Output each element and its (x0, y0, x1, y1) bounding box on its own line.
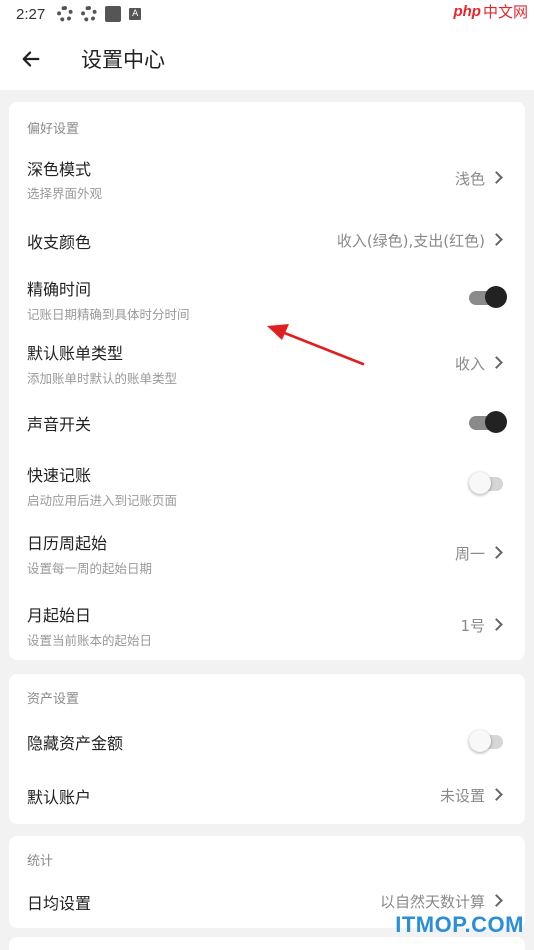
page-title: 设置中心 (81, 48, 165, 72)
watermark-php-suffix: 中文网 (482, 3, 528, 21)
setting-title: 收支颜色 (27, 233, 92, 252)
setting-row-default-account[interactable]: 默认账户 未设置 (9, 774, 525, 818)
chevron-right-icon (490, 356, 503, 369)
setting-row-color[interactable]: 收支颜色 收入(绿色),支出(红色) (9, 214, 525, 264)
gear-icon (81, 6, 98, 22)
setting-subtitle: 记账日期精确到具体时分时间 (27, 307, 190, 322)
setting-subtitle: 添加账单时默认的账单类型 (27, 371, 178, 386)
toggle-knob (485, 286, 507, 308)
preferences-card: 偏好设置 深色模式 选择界面外观 浅色 收支颜色 收入(绿色),支出(红色) 精… (9, 102, 525, 660)
watermark-php: php 中文网 (453, 0, 528, 22)
next-card-edge (9, 937, 525, 950)
quick-entry-toggle[interactable] (469, 471, 507, 495)
setting-subtitle: 设置当前账本的起始日 (27, 633, 153, 648)
watermark-php-brand: php (453, 2, 481, 20)
setting-title: 日历周起始 (27, 534, 108, 553)
setting-row-hide-amount: 隐藏资产金额 (9, 720, 525, 764)
section-title-assets: 资产设置 (27, 692, 80, 707)
setting-title: 隐藏资产金额 (27, 734, 124, 753)
section-title-preferences: 偏好设置 (27, 122, 80, 137)
setting-title: 月起始日 (27, 606, 92, 625)
setting-subtitle: 选择界面外观 (27, 186, 103, 201)
setting-title: 深色模式 (27, 160, 92, 179)
setting-row-week-start[interactable]: 日历周起始 设置每一周的起始日期 周一 (9, 528, 525, 584)
setting-value: 收入 (454, 355, 485, 373)
setting-title: 默认账单类型 (27, 344, 124, 363)
gear-icon (57, 6, 74, 22)
app-bar: 设置中心 (0, 28, 534, 90)
setting-title: 精确时间 (27, 280, 92, 299)
setting-value: 收入(绿色),支出(红色) (336, 232, 485, 250)
setting-row-sound: 声音开关 (9, 402, 525, 446)
toggle-knob (469, 730, 491, 752)
toggle-knob (485, 411, 507, 433)
chevron-right-icon (490, 618, 503, 631)
status-time: 2:27 (16, 5, 46, 23)
setting-value: 以自然天数计算 (379, 893, 485, 911)
section-title-stats: 统计 (27, 854, 54, 869)
sound-toggle[interactable] (469, 410, 507, 434)
chevron-right-icon (490, 788, 503, 801)
watermark-itmop: ITMOP.COM (395, 912, 524, 937)
setting-subtitle: 启动应用后进入到记账页面 (27, 493, 178, 508)
setting-value: 浅色 (454, 170, 485, 188)
a-icon: A (129, 8, 142, 20)
chevron-right-icon (490, 546, 503, 559)
setting-row-month-start[interactable]: 月起始日 设置当前账本的起始日 1号 (9, 600, 525, 656)
setting-row-default-type[interactable]: 默认账单类型 添加账单时默认的账单类型 收入 (9, 338, 525, 394)
setting-title: 声音开关 (27, 415, 92, 434)
chevron-right-icon (490, 894, 503, 907)
setting-row-dark-mode[interactable]: 深色模式 选择界面外观 浅色 (9, 146, 525, 210)
setting-title: 日均设置 (27, 894, 92, 913)
setting-value: 1号 (460, 617, 485, 635)
setting-subtitle: 设置每一周的起始日期 (27, 561, 153, 576)
setting-row-quick-entry: 快速记账 启动应用后进入到记账页面 (9, 460, 525, 516)
square-icon (105, 6, 122, 22)
setting-title: 默认账户 (27, 788, 92, 807)
toggle-knob (469, 472, 491, 494)
setting-value: 未设置 (439, 787, 485, 805)
setting-row-precise-time: 精确时间 记账日期精确到具体时分时间 (9, 274, 525, 330)
precise-time-toggle[interactable] (469, 285, 507, 309)
setting-title: 快速记账 (27, 466, 92, 485)
setting-value: 周一 (454, 545, 485, 563)
chevron-right-icon (490, 171, 503, 184)
assets-card: 资产设置 隐藏资产金额 默认账户 未设置 (9, 674, 525, 824)
hide-amount-toggle[interactable] (469, 729, 507, 753)
chevron-right-icon (490, 233, 503, 246)
arrow-left-icon[interactable] (20, 48, 42, 70)
